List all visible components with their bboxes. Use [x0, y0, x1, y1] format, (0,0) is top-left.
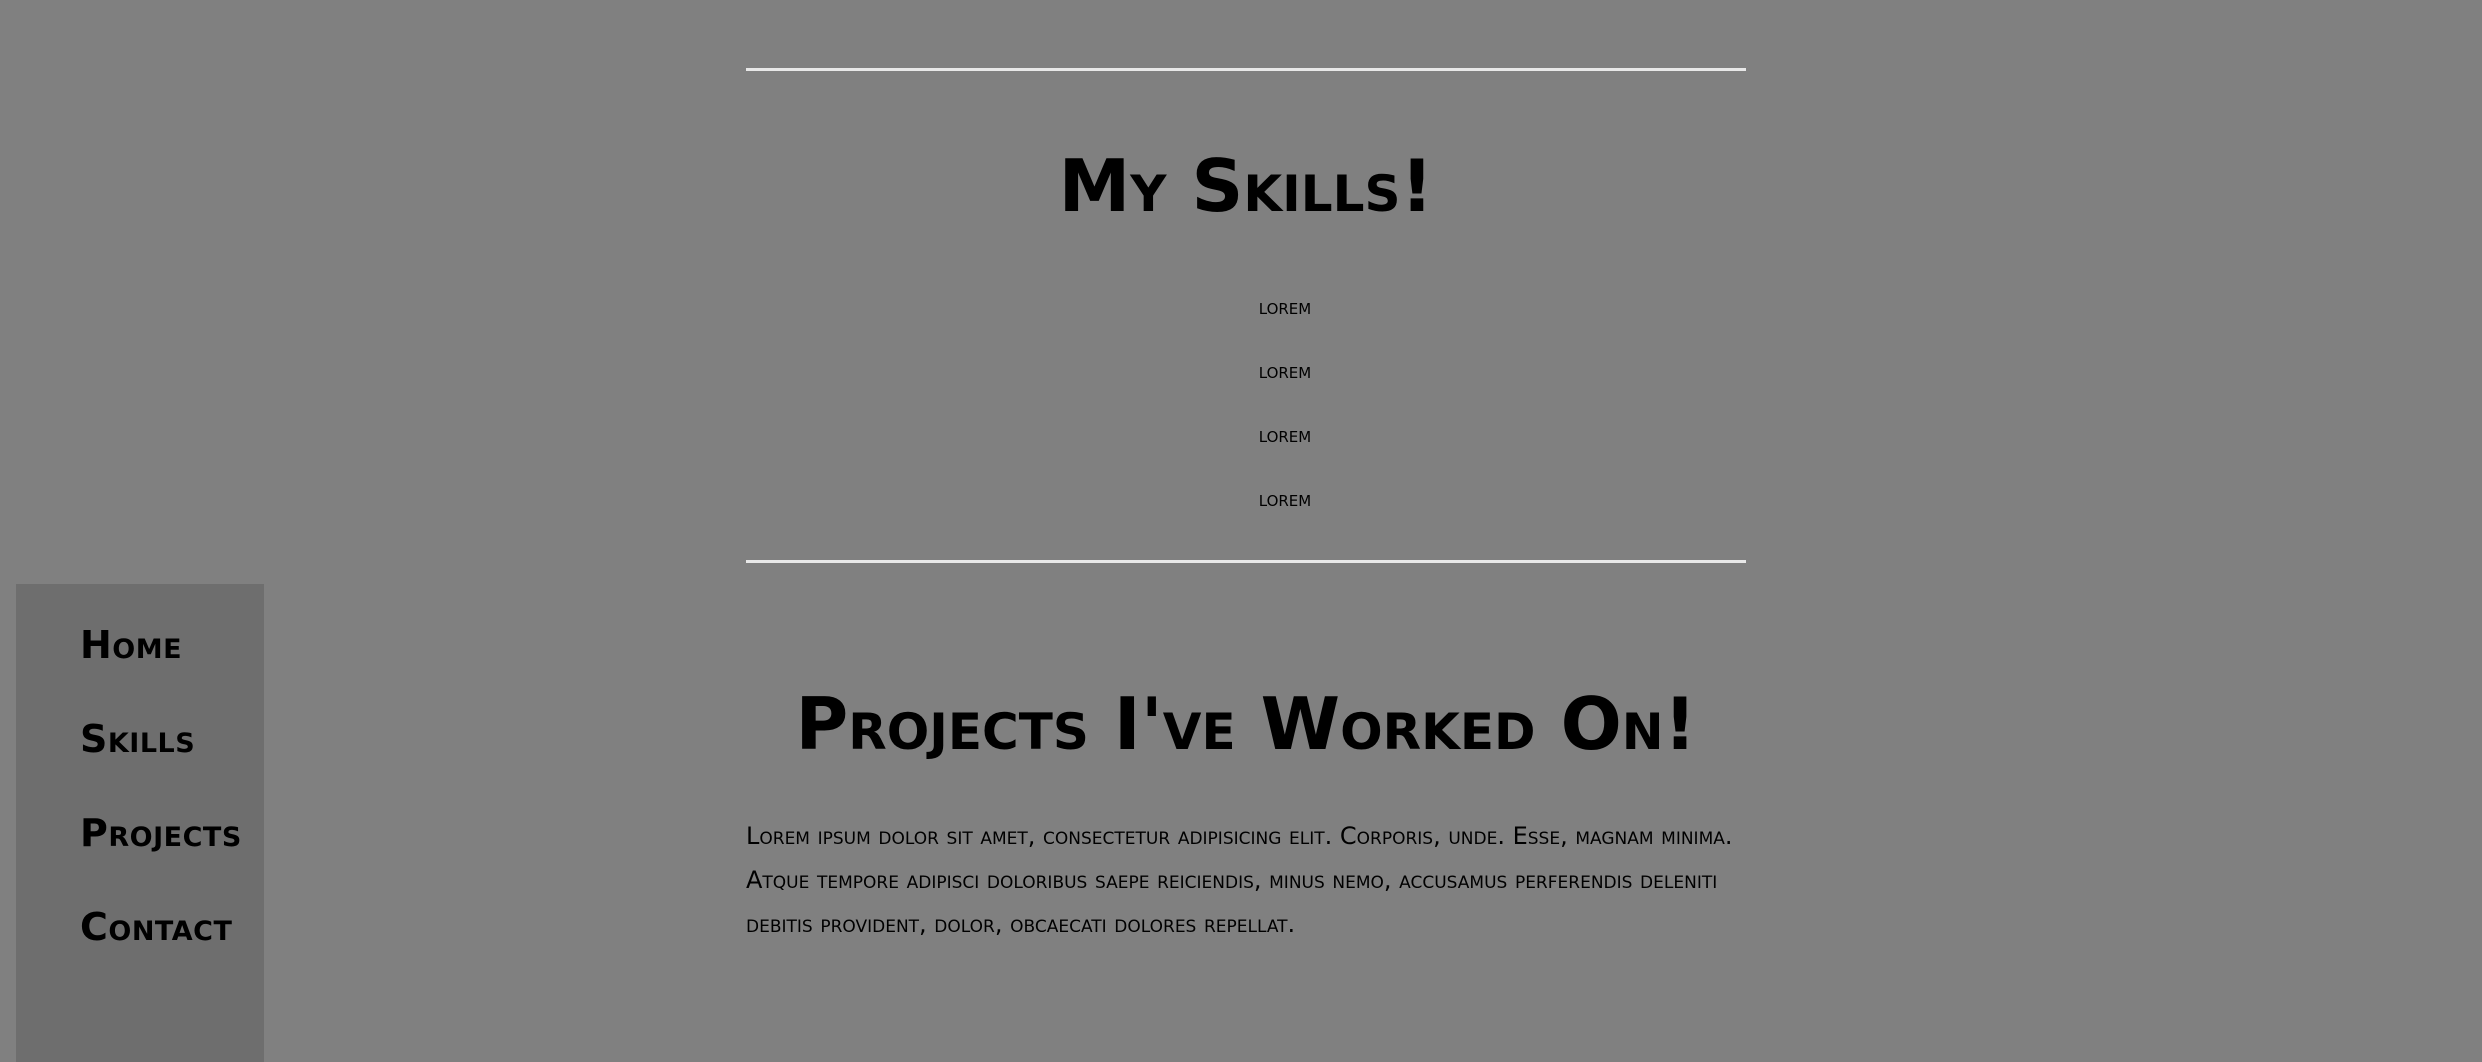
projects-description: Lorem ipsum dolor sit amet, consectetur …	[746, 822, 1733, 938]
skills-title: My Skills!	[1058, 144, 1434, 228]
nav-item-skills[interactable]: Skills	[80, 720, 195, 758]
skill-item: lorem	[1258, 423, 1312, 448]
nav-item-projects[interactable]: Projects	[80, 814, 242, 852]
skill-item: lorem	[1258, 359, 1312, 384]
skill-item: lorem	[1258, 487, 1312, 512]
skill-item: lorem	[1258, 295, 1312, 320]
section-divider-top	[746, 68, 1746, 71]
nav-item-home[interactable]: Home	[80, 626, 182, 664]
section-divider-bottom	[746, 560, 1746, 563]
projects-title: Projects I've Worked On!	[795, 682, 1697, 766]
nav-item-contact[interactable]: Contact	[80, 908, 232, 946]
